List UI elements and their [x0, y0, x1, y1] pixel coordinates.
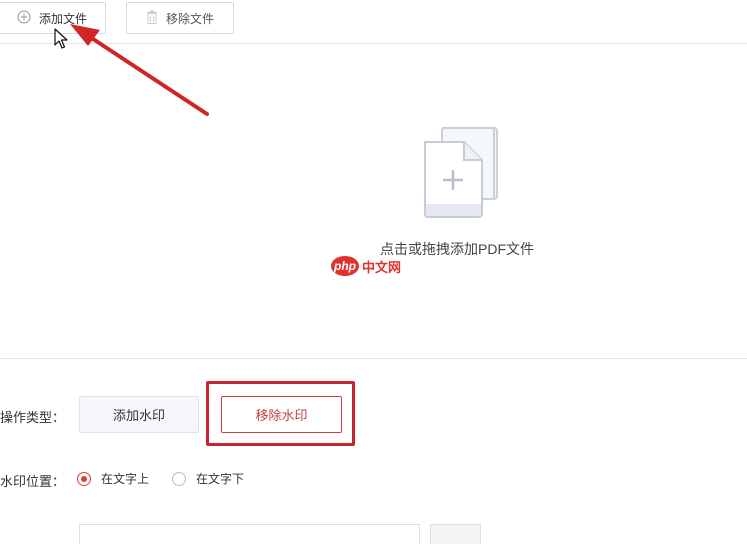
operation-type-label: 操作类型：: [0, 410, 66, 425]
remove-file-label: 移除文件: [165, 11, 214, 26]
watermark-badge: php: [331, 256, 359, 276]
add-watermark-option[interactable]: 添加水印: [79, 396, 199, 433]
position-below-text-label: 在文字下: [196, 472, 245, 486]
position-below-text-radio[interactable]: 在文字下: [172, 470, 244, 487]
site-watermark: php 中文网: [331, 256, 401, 276]
radio-unchecked-icon: [172, 471, 186, 486]
plus-circle-icon: [17, 10, 31, 27]
highlight-annotation-box: [206, 381, 355, 446]
watermark-text-input[interactable]: [79, 524, 420, 544]
remove-file-button[interactable]: 移除文件: [126, 2, 234, 34]
watermark-text: 中文网: [362, 259, 402, 275]
add-file-button[interactable]: 添加文件: [0, 2, 106, 34]
section-divider: [0, 358, 747, 359]
trash-icon: [146, 10, 158, 27]
watermark-position-label: 水印位置：: [0, 474, 66, 489]
bottom-action-button[interactable]: [430, 524, 481, 544]
mouse-cursor-icon: [54, 28, 68, 49]
position-above-text-radio[interactable]: 在文字上: [77, 470, 149, 487]
add-document-icon: [420, 126, 502, 220]
position-above-text-label: 在文字上: [101, 472, 150, 486]
pdf-drop-zone[interactable]: [0, 44, 747, 358]
add-file-label: 添加文件: [38, 11, 87, 26]
drop-zone-hint: 点击或拖拽添加PDF文件: [380, 241, 534, 257]
radio-checked-icon: [77, 471, 91, 486]
